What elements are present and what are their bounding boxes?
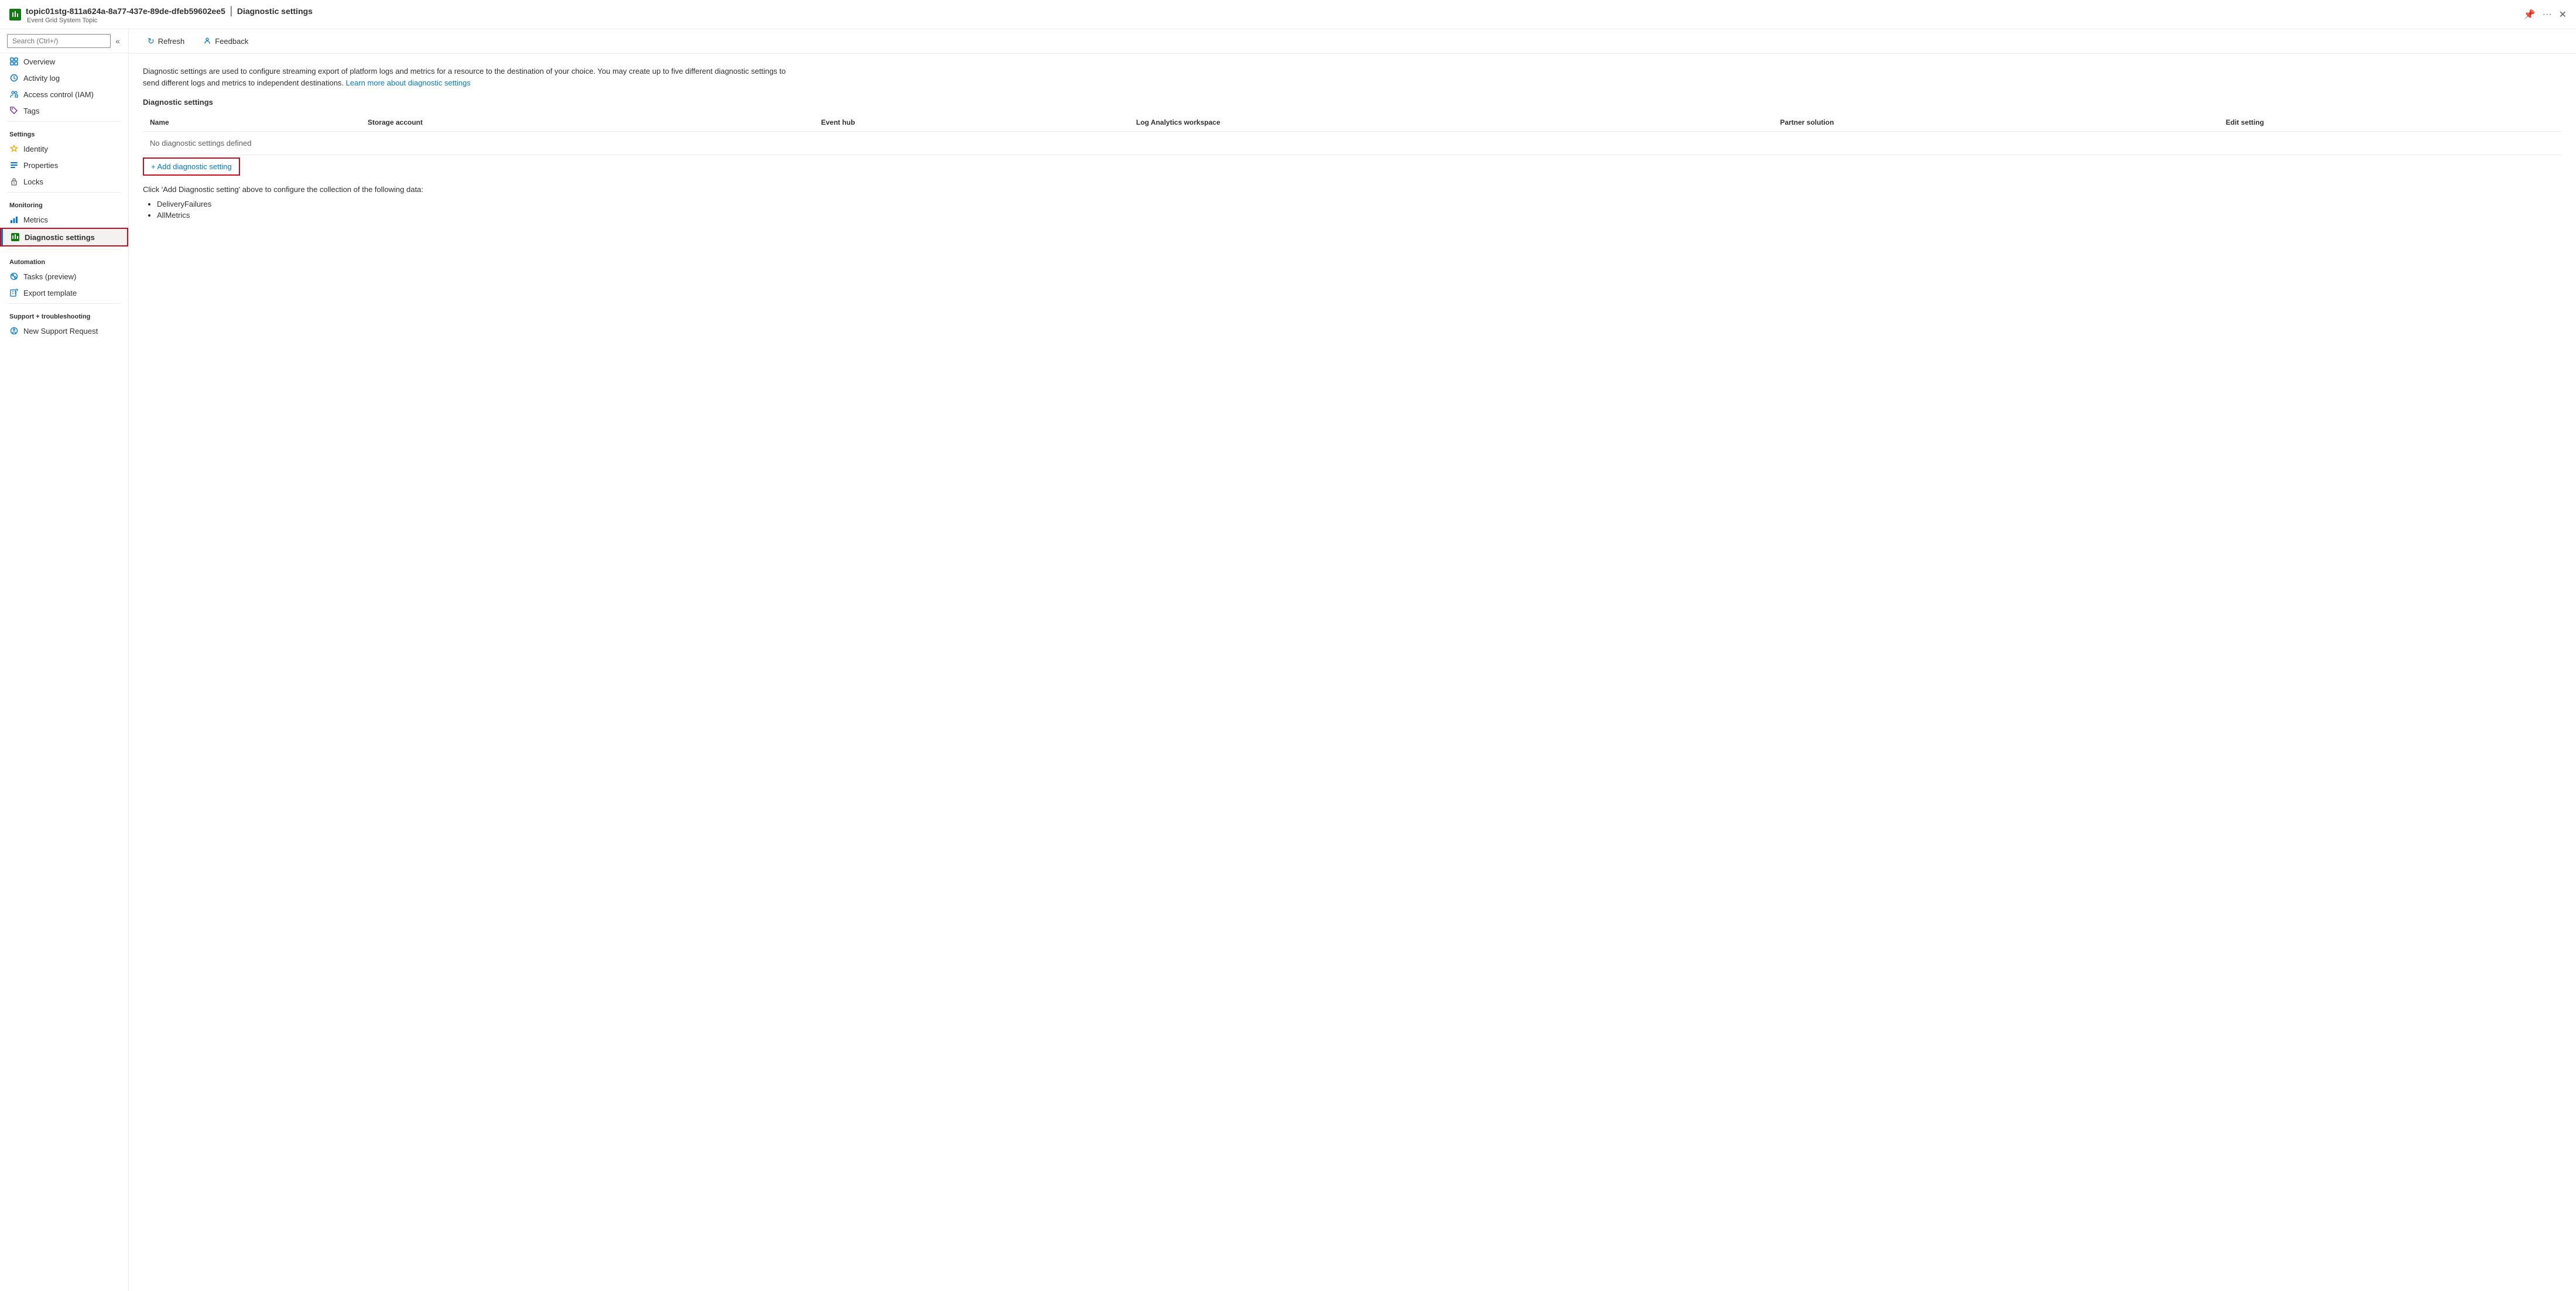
access-control-label: Access control (IAM) [23,90,94,99]
export-template-icon [9,288,19,297]
diagnostic-settings-label: Diagnostic settings [25,233,95,242]
monitoring-divider [7,192,121,193]
sidebar-item-access-control[interactable]: Access control (IAM) [0,86,128,102]
sidebar-item-overview[interactable]: Overview [0,53,128,70]
properties-label: Properties [23,161,58,170]
resource-icon [9,9,21,20]
settings-divider [7,121,121,122]
sidebar-item-activity-log[interactable]: Activity log [0,70,128,86]
sidebar-item-metrics[interactable]: Metrics [0,211,128,228]
col-loganalytics: Log Analytics workspace [1129,114,1773,132]
sidebar-item-locks[interactable]: Locks [0,173,128,190]
feedback-icon [203,36,211,46]
sidebar-item-tags[interactable]: Tags [0,102,128,119]
locks-label: Locks [23,177,43,186]
settings-section: Settings [0,124,128,141]
sidebar-item-tasks[interactable]: Tasks (preview) [0,268,128,285]
feedback-label: Feedback [215,37,248,46]
add-diagnostic-setting-button[interactable]: + Add diagnostic setting [143,157,240,176]
col-edit: Edit setting [2219,114,2562,132]
identity-label: Identity [23,145,48,153]
table-header: Name Storage account Event hub Log Analy… [143,114,2562,132]
new-support-request-label: New Support Request [23,327,98,335]
metrics-label: Metrics [23,215,48,224]
col-eventhub: Event hub [814,114,1129,132]
learn-more-link[interactable]: Learn more about diagnostic settings [346,78,471,87]
locks-icon [9,177,19,186]
list-item-all-metrics: AllMetrics [157,210,2562,221]
sidebar-item-properties[interactable]: Properties [0,157,128,173]
refresh-label: Refresh [158,37,185,46]
section-title: Diagnostic settings [143,98,2562,107]
properties-icon [9,160,19,170]
list-item-delivery-failures: DeliveryFailures [157,198,2562,210]
empty-message: No diagnostic settings defined [143,132,2562,155]
collapse-icon[interactable]: « [114,35,121,47]
sidebar-item-support-request[interactable]: New Support Request [0,323,128,339]
iam-icon [9,90,19,99]
toolbar: ↻ Refresh Feedback [129,29,2576,54]
support-request-icon [9,326,19,335]
table-empty-row: No diagnostic settings defined [143,132,2562,155]
metrics-icon [9,215,19,224]
info-text: Click 'Add Diagnostic setting' above to … [143,185,2562,194]
overview-icon [9,57,19,66]
diagnostic-settings-table: Name Storage account Event hub Log Analy… [143,114,2562,155]
page-content: Diagnostic settings are used to configur… [129,54,2576,232]
main-layout: « Overview Activity log [0,29,2576,1291]
search-input[interactable] [7,34,111,48]
sidebar-search-container: « [0,29,128,53]
export-template-label: Export template [23,289,77,297]
tasks-label: Tasks (preview) [23,272,76,281]
col-partner: Partner solution [1773,114,2218,132]
sidebar-item-export-template[interactable]: Export template [0,285,128,301]
main-content: ↻ Refresh Feedback Diagnostic settings a… [129,29,2576,1291]
pin-icon[interactable]: 📌 [2524,9,2536,20]
more-options-icon[interactable]: ··· [2543,9,2552,20]
support-divider [7,303,121,304]
activity-log-label: Activity log [23,74,60,83]
sidebar-item-diagnostic-settings[interactable]: Diagnostic settings [0,228,128,246]
sidebar-item-identity[interactable]: Identity [0,141,128,157]
title-bar-actions: 📌 ··· ✕ [2524,9,2567,20]
automation-section: Automation [0,252,128,268]
sidebar: « Overview Activity log [0,29,129,1291]
diagnostic-settings-icon [11,232,20,242]
identity-icon [9,144,19,153]
feedback-button[interactable]: Feedback [198,34,253,49]
description-text: Diagnostic settings are used to configur… [143,66,787,88]
support-section: Support + troubleshooting [0,306,128,323]
activity-log-icon [9,73,19,83]
refresh-icon: ↻ [148,36,155,46]
resource-name-text: topic01stg-811a624a-8a77-437e-89de-dfeb5… [26,5,313,24]
col-name: Name [143,114,361,132]
close-icon[interactable]: ✕ [2559,9,2567,20]
tags-icon [9,106,19,115]
tags-label: Tags [23,107,39,115]
overview-label: Overview [23,57,55,66]
refresh-button[interactable]: ↻ Refresh [143,34,189,49]
monitoring-section: Monitoring [0,195,128,211]
title-bar: topic01stg-811a624a-8a77-437e-89de-dfeb5… [0,0,2576,29]
tasks-icon [9,272,19,281]
data-types-list: DeliveryFailures AllMetrics [143,198,2562,221]
col-storage: Storage account [361,114,814,132]
